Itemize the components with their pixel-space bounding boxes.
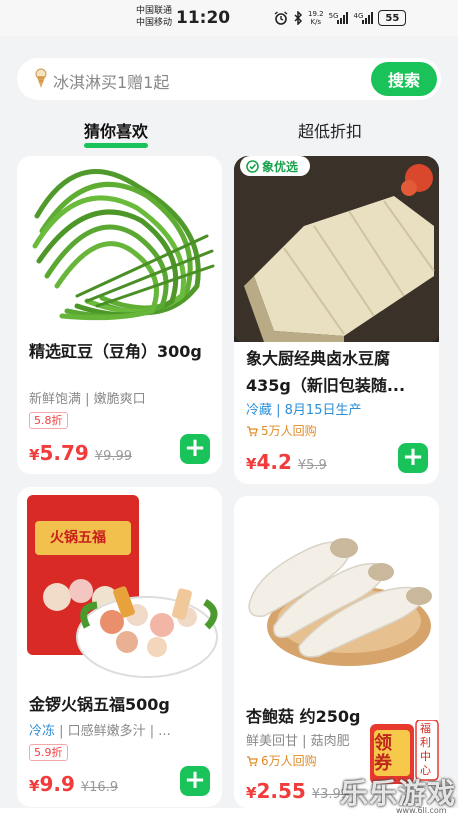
search-bar[interactable]: 冰淇淋买1赠1起 搜索	[17, 58, 441, 100]
product-card[interactable]: 精选豇豆（豆角）300g 新鲜饱满 | 嫩脆爽口 5.8折 ¥ 5.79 ¥9.…	[17, 156, 222, 474]
welfare-center-label: 福利中心	[420, 722, 431, 777]
product-subtitle: 冷冻 | 口感鲜嫩多汁 | ...	[29, 724, 171, 739]
product-image-tofu	[234, 156, 439, 342]
tab-guess-you-like[interactable]: 猜你喜欢	[84, 118, 149, 148]
price: ¥ 4.2 ¥5.9	[246, 450, 327, 474]
check-circle-icon	[246, 160, 259, 173]
product-subtitle: 冷藏 | 8月15日生产	[246, 403, 362, 418]
original-price: ¥16.9	[80, 780, 119, 795]
price: ¥ 9.9 ¥16.9	[29, 772, 119, 796]
net-speed: 19.2 K/s	[308, 10, 324, 26]
cart-icon	[247, 425, 258, 436]
add-to-cart-button[interactable]: +	[180, 766, 210, 796]
add-to-cart-button[interactable]: +	[180, 434, 210, 464]
repurchase-count: 5万人回购	[246, 422, 317, 439]
product-image-green-beans	[17, 156, 222, 331]
product-title: 精选豇豆（豆角）300g	[29, 342, 202, 361]
search-input[interactable]: 冰淇淋买1赠1起	[53, 69, 169, 93]
product-card[interactable]: 象优选 象大厨经典卤水豆腐435g（新旧包装随... 冷藏 | 8月15日生产 …	[234, 156, 439, 484]
ice-cream-icon	[35, 68, 47, 88]
coupon-text: 领券	[374, 733, 392, 774]
product-title: 象大厨经典卤水豆腐435g（新旧包装随...	[246, 349, 406, 395]
cart-icon	[247, 755, 258, 766]
clock: 11:20	[176, 8, 231, 28]
package-label: 火锅五福	[50, 530, 106, 546]
discount-badge: 5.8折	[29, 412, 68, 429]
status-bar: 中国联通 中国移动 11:20 19.2 K/s 5G 4G 55	[0, 0, 458, 36]
price: ¥ 2.55 ¥3.99	[246, 779, 350, 803]
discount-badge: 5.9折	[29, 744, 68, 761]
carrier-1: 中国联通	[136, 6, 173, 16]
add-to-cart-button[interactable]: +	[398, 443, 428, 473]
tab-active-indicator	[84, 143, 149, 148]
battery-icon: 55	[378, 10, 407, 26]
product-image-hotpot-pack	[17, 487, 222, 687]
tab-super-discount[interactable]: 超低折扣	[298, 118, 362, 142]
product-title: 金锣火锅五福500g	[29, 695, 170, 714]
original-price: ¥9.99	[94, 449, 133, 464]
search-button[interactable]: 搜索	[371, 62, 437, 96]
alarm-icon	[274, 11, 288, 25]
bluetooth-icon	[294, 11, 303, 25]
product-subtitle: 新鲜饱满 | 嫩脆爽口	[29, 392, 146, 407]
price: ¥ 5.79 ¥9.99	[29, 441, 133, 465]
carrier-info: 中国联通 中国移动	[136, 5, 172, 29]
repurchase-count: 6万人回购	[246, 752, 317, 769]
brand-badge: 象优选	[246, 158, 298, 175]
product-card[interactable]: 火锅五福 金锣火锅五福500g 冷冻 | 口感鲜嫩多汁 | ... 5.9折 ¥…	[17, 487, 222, 807]
signal-5g-icon: 5G	[329, 12, 349, 24]
signal-4g-icon: 4G	[353, 12, 374, 24]
product-subtitle: 鲜美回甘 | 菇肉肥	[246, 734, 350, 749]
status-icons: 19.2 K/s 5G 4G 55	[274, 9, 407, 27]
original-price: ¥5.9	[297, 458, 327, 473]
product-image-mushroom	[234, 496, 439, 686]
carrier-2: 中国移动	[136, 18, 173, 28]
site-watermark-url: www.6ll.com	[396, 806, 447, 815]
